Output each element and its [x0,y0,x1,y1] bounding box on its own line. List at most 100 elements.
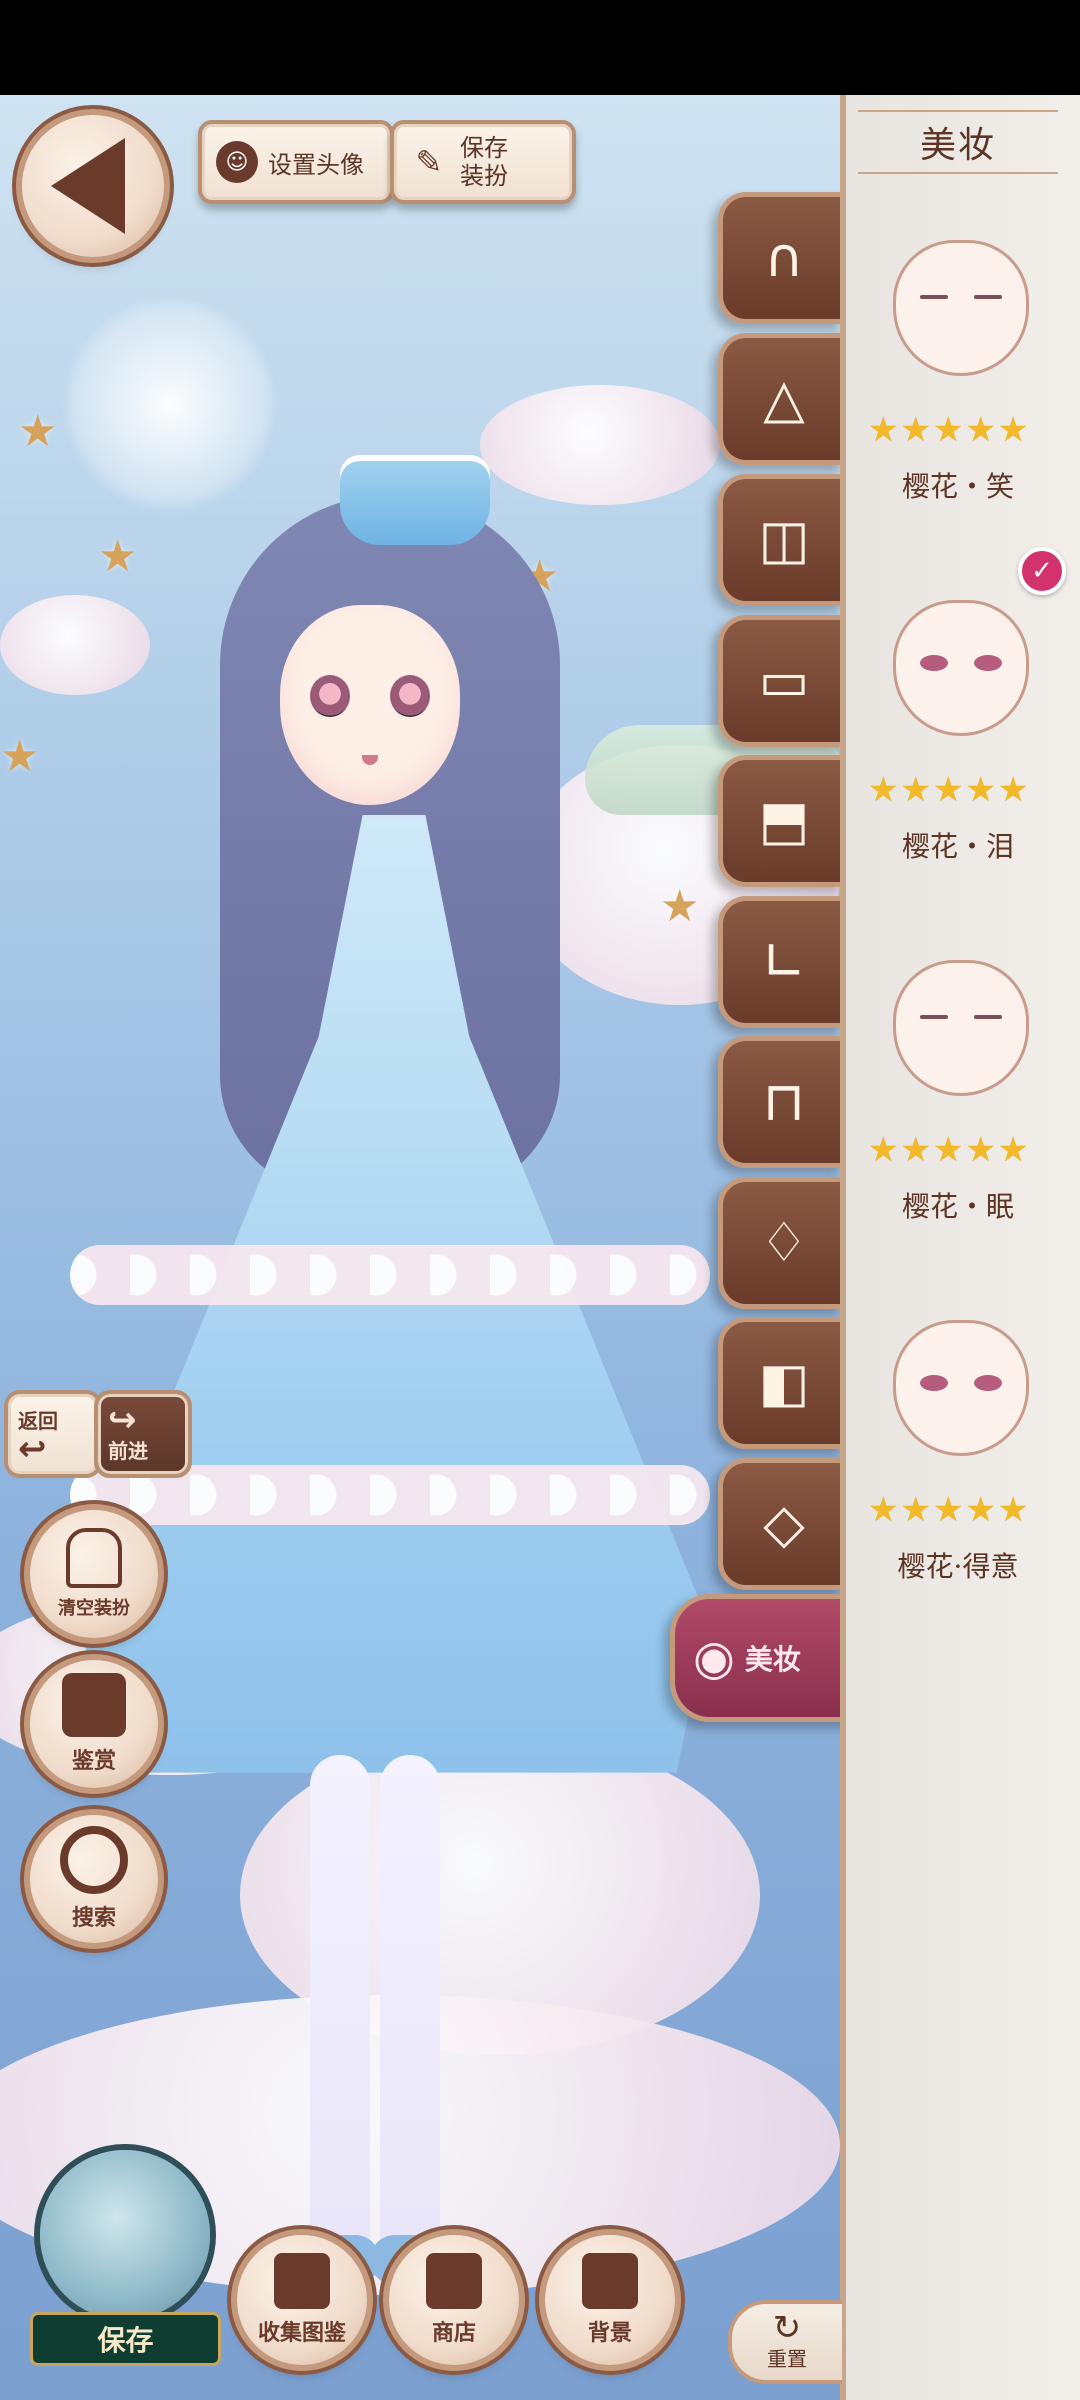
wardrobe-icon [274,2253,330,2309]
clear-outfit-button[interactable]: 清空装扮 [30,1510,158,1638]
stand-icon: ◇ [763,1492,805,1555]
redo-label: 前进 [108,1438,148,1463]
character-mouth [362,755,378,765]
hair-icon: ∩ [764,226,804,289]
search-button[interactable]: 搜索 [30,1815,158,1943]
rating-stars: ★★★★★ [868,1130,1031,1170]
category-tab-bottom[interactable]: ⬒ [718,755,845,887]
makeup-preview-face [893,240,1029,376]
category-tab-shoes[interactable]: ⊓ [718,1036,845,1168]
save-orb-icon[interactable] [40,2150,210,2320]
dress-outline-icon [66,1528,122,1588]
top-icon: ▭ [758,649,810,712]
socks-icon: ∟ [761,930,807,993]
feather-icon: ✎ [415,143,443,181]
category-tab-hair[interactable]: ∩ [718,192,845,324]
dress-icon: △ [763,367,805,430]
bottom-icon: ⬒ [758,789,810,852]
house-icon [582,2253,638,2309]
makeup-item[interactable]: ★★★★★ 樱花・泪 [858,600,1058,930]
status-bar [0,0,1080,95]
back-button[interactable] [22,115,164,257]
save-outfit-label: 保存 装扮 [460,134,508,190]
open-eye-icon [974,1375,1002,1391]
coat-icon: ◫ [758,508,810,571]
makeup-name: 樱花・眠 [901,1190,1014,1223]
collection-button[interactable]: 收集图鉴 [237,2235,367,2365]
makeup-item[interactable]: ★★★★★ 樱花·得意 [858,1320,1058,1650]
open-eye-icon [974,655,1002,671]
dress-ruffle [70,1245,710,1305]
reset-button[interactable]: ↻ 重置 [728,2300,842,2384]
back-arrow-icon [51,138,125,234]
save-outfit-button[interactable]: ✎ 保存 装扮 [390,120,576,204]
undo-button[interactable]: 返回 ↩ [4,1390,102,1478]
makeup-name: 樱花·得意 [897,1550,1019,1583]
category-tab-makeup[interactable]: ◉ 美妆 [670,1594,863,1722]
rating-stars: ★★★★★ [868,1490,1031,1530]
makeup-item[interactable]: ★★★★★ 樱花・笑 [858,240,1058,570]
search-label: 搜索 [71,1906,116,1931]
avatar-icon: ☺ [216,141,258,183]
shop-button[interactable]: 商店 [389,2235,519,2365]
rating-stars: ★★★★★ [868,770,1031,810]
reset-label: 重置 [767,2346,807,2371]
character-dress [80,815,708,1773]
category-tab-coat[interactable]: ◫ [718,474,845,606]
category-tab-dress[interactable]: △ [718,333,845,465]
makeup-icon: ◉ [693,1630,735,1686]
makeup-name: 樱花・泪 [901,830,1014,863]
redo-button[interactable]: ↪ 前进 [94,1390,192,1478]
shop-label: 商店 [431,2321,476,2346]
character-face [280,605,460,805]
makeup-preview-face [893,1320,1029,1456]
background-label: 背景 [587,2321,632,2346]
shoes-icon: ⊓ [762,1070,806,1133]
star-decoration: ★ [0,731,40,782]
bag-icon: ◧ [758,1351,810,1414]
open-eye-icon [920,1375,948,1391]
clear-outfit-label: 清空装扮 [58,1598,130,1619]
closed-eye-icon [920,1015,948,1019]
curtain-icon [62,1673,126,1737]
character-eye [310,675,350,717]
accessory-icon: ♢ [759,1211,809,1274]
closed-eye-icon [974,295,1002,299]
makeup-tab-label: 美妆 [744,1643,801,1676]
panel-title: 美妆 [858,110,1058,174]
search-icon [60,1826,128,1894]
character [40,455,740,2285]
closed-eye-icon [974,1015,1002,1019]
character-eye [390,675,430,717]
category-tab-bag[interactable]: ◧ [718,1317,845,1449]
save-button[interactable]: 保存 [30,2312,221,2366]
rating-stars: ★★★★★ [868,410,1031,450]
set-avatar-label: 设置头像 [268,150,364,179]
character-leg [310,1755,370,2275]
category-tab-accessory[interactable]: ♢ [718,1177,845,1309]
makeup-name: 樱花・笑 [901,470,1014,503]
appreciate-button[interactable]: 鉴赏 [30,1660,158,1788]
selected-check-icon: ✓ [1018,547,1066,595]
category-tab-socks[interactable]: ∟ [718,896,845,1028]
category-tab-stand[interactable]: ◇ [718,1458,845,1590]
undo-arrow-icon: ↩ [18,1428,47,1469]
refresh-icon: ↻ [772,2307,802,2348]
shop-icon [426,2253,482,2309]
character-hat [340,455,490,545]
makeup-item[interactable]: ★★★★★ 樱花・眠 [858,960,1058,1290]
collection-label: 收集图鉴 [257,2321,346,2346]
set-avatar-button[interactable]: ☺ 设置头像 [198,120,394,204]
closed-eye-icon [920,295,948,299]
dressup-scene: ★ ★ ★ ★ ★ [0,95,840,2400]
makeup-preview-face [893,960,1029,1096]
background-button[interactable]: 背景 [545,2235,675,2365]
character-legs [280,1755,470,2285]
open-eye-icon [920,655,948,671]
category-tab-top[interactable]: ▭ [718,615,845,747]
makeup-preview-face [893,600,1029,736]
save-label: 保存 [97,2324,154,2357]
character-leg [380,1755,440,2275]
star-decoration: ★ [18,406,58,457]
redo-arrow-icon: ↪ [108,1399,137,1440]
